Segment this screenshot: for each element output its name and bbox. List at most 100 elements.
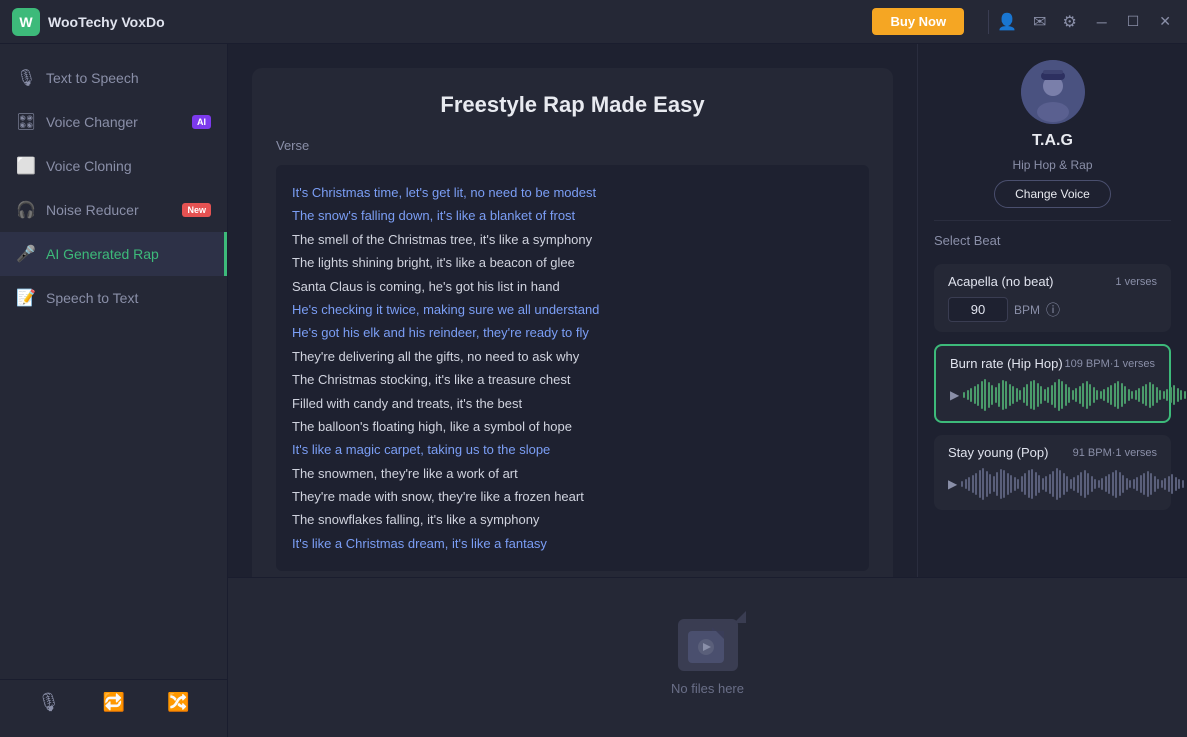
waveform-bar bbox=[1035, 472, 1037, 496]
waveform-bar bbox=[1107, 387, 1109, 403]
waveform-bar bbox=[1143, 473, 1145, 495]
waveform-bar bbox=[1044, 389, 1046, 401]
waveform-bar bbox=[1164, 478, 1166, 490]
waveform-bar bbox=[1005, 381, 1007, 409]
bpm-info-icon[interactable]: ⓘ bbox=[1046, 300, 1060, 320]
waveform-bar bbox=[1045, 476, 1047, 492]
waveform-bar bbox=[1075, 388, 1077, 402]
text-to-speech-icon: 🎙 bbox=[16, 68, 36, 88]
verse-label: Verse bbox=[276, 138, 869, 153]
waveform-bar bbox=[1086, 381, 1088, 409]
waveform-bar bbox=[977, 384, 979, 406]
waveform-bar bbox=[988, 382, 990, 408]
mic-bottom-icon[interactable]: 🎙 bbox=[37, 692, 60, 713]
beat-acapella-row: Acapella (no beat) 1 verses bbox=[948, 274, 1157, 289]
waveform-bar bbox=[1026, 384, 1028, 406]
waveform-bar bbox=[1122, 475, 1124, 493]
sidebar-item-voice-cloning[interactable]: ⬜ Voice Cloning bbox=[0, 144, 227, 188]
waveform-bar bbox=[1159, 390, 1161, 400]
lyrics-line: It's like a Christmas dream, it's like a… bbox=[292, 532, 853, 555]
buy-now-button[interactable]: Buy Now bbox=[872, 8, 964, 35]
bpm-input[interactable] bbox=[948, 297, 1008, 322]
acapella-meta: 1 verses bbox=[1115, 276, 1157, 288]
sidebar-item-voice-changer[interactable]: 🎛 Voice Changer AI bbox=[0, 100, 227, 144]
waveform-bar bbox=[1061, 381, 1063, 409]
lyrics-line: Filled with candy and treats, it's the b… bbox=[292, 392, 853, 415]
lyrics-line: The balloon's floating high, like a symb… bbox=[292, 415, 853, 438]
waveform-bar bbox=[963, 392, 965, 398]
lyrics-line: They're made with snow, they're like a f… bbox=[292, 485, 853, 508]
content-bottom: No files here bbox=[228, 577, 1187, 737]
waveform-bar bbox=[986, 471, 988, 497]
account-icon[interactable]: 👤 bbox=[997, 12, 1017, 32]
waveform-bar bbox=[1131, 391, 1133, 399]
bpm-row: BPM ⓘ bbox=[948, 297, 1157, 322]
stay-young-play-button[interactable]: ▶ bbox=[948, 472, 957, 496]
artist-genre: Hip Hop & Rap bbox=[1012, 158, 1092, 172]
waveform-bar bbox=[1009, 384, 1011, 406]
waveform-bar bbox=[984, 379, 986, 411]
waveform-bar bbox=[1152, 384, 1154, 406]
lyrics-line: It's like a magic carpet, taking us to t… bbox=[292, 438, 853, 461]
waveform-bar bbox=[1145, 384, 1147, 406]
noise-reducer-icon: 🎧 bbox=[16, 200, 36, 220]
waveform-bar bbox=[1138, 388, 1140, 402]
waveform-bar bbox=[1010, 475, 1012, 493]
change-voice-button[interactable]: Change Voice bbox=[994, 180, 1111, 208]
waveform-bar bbox=[1163, 391, 1165, 399]
shuffle-icon[interactable]: 🔀 bbox=[167, 692, 189, 713]
waveform-bar bbox=[1117, 381, 1119, 409]
waveform-bar bbox=[1108, 474, 1110, 494]
waveform-bar bbox=[1042, 478, 1044, 490]
waveform-bar bbox=[961, 481, 963, 487]
app-name: WooTechy VoxDo bbox=[48, 14, 872, 30]
new-badge: New bbox=[182, 203, 211, 217]
waveform-bar bbox=[974, 386, 976, 404]
waveform-bar bbox=[979, 470, 981, 498]
waveform-bar bbox=[972, 475, 974, 493]
waveform-bar bbox=[996, 472, 998, 496]
sidebar-item-speech-to-text[interactable]: 📝 Speech to Text bbox=[0, 276, 227, 320]
content-top: Freestyle Rap Made Easy Verse It's Chris… bbox=[228, 44, 1187, 577]
stay-young-meta: 91 BPM·1 verses bbox=[1073, 447, 1157, 459]
sidebar-item-text-to-speech[interactable]: 🎙 Text to Speech bbox=[0, 56, 227, 100]
lyrics-line: The snowflakes falling, it's like a symp… bbox=[292, 508, 853, 531]
waveform-bar bbox=[1114, 383, 1116, 407]
settings-icon[interactable]: ⚙ bbox=[1062, 12, 1076, 32]
waveform-bar bbox=[1031, 469, 1033, 499]
waveform-bar bbox=[1184, 391, 1186, 399]
sidebar-item-noise-reducer[interactable]: 🎧 Noise Reducer New bbox=[0, 188, 227, 232]
waveform-bar bbox=[1054, 382, 1056, 408]
burn-rate-meta: 109 BPM·1 verses bbox=[1065, 358, 1155, 370]
close-button[interactable]: ✕ bbox=[1155, 11, 1175, 32]
stay-young-name: Stay young (Pop) bbox=[948, 445, 1048, 460]
loop-icon[interactable]: 🔁 bbox=[102, 692, 124, 713]
waveform-bar bbox=[1140, 475, 1142, 493]
beat-burn-rate[interactable]: Burn rate (Hip Hop) 109 BPM·1 verses ▶ bbox=[934, 344, 1171, 423]
waveform-bar bbox=[1087, 473, 1089, 495]
waveform-bar bbox=[1019, 390, 1021, 400]
lyrics-line: The smell of the Christmas tree, it's li… bbox=[292, 228, 853, 251]
waveform-bar bbox=[998, 383, 1000, 407]
mail-icon[interactable]: ✉ bbox=[1033, 12, 1046, 32]
waveform-bar bbox=[1096, 390, 1098, 400]
burn-rate-play-button[interactable]: ▶ bbox=[950, 383, 959, 407]
lyrics-box: It's Christmas time, let's get lit, no n… bbox=[276, 165, 869, 571]
waveform-bar bbox=[1093, 387, 1095, 403]
beat-stay-young[interactable]: Stay young (Pop) 91 BPM·1 verses ▶ bbox=[934, 435, 1171, 510]
sidebar-item-ai-generated-rap[interactable]: 🎤 AI Generated Rap bbox=[0, 232, 227, 276]
waveform-bar bbox=[1080, 472, 1082, 496]
voice-cloning-icon: ⬜ bbox=[16, 156, 36, 176]
right-panel: T.A.G Hip Hop & Rap Change Voice Select … bbox=[917, 44, 1187, 577]
waveform-bar bbox=[1094, 479, 1096, 489]
app-logo: W bbox=[12, 8, 40, 36]
waveform-bar bbox=[1066, 476, 1068, 492]
sidebar: 🎙 Text to Speech 🎛 Voice Changer AI ⬜ Vo… bbox=[0, 44, 228, 737]
waveform-bar bbox=[1084, 470, 1086, 498]
separator bbox=[988, 10, 989, 34]
waveform-bar bbox=[1124, 386, 1126, 404]
minimize-button[interactable]: ─ bbox=[1093, 12, 1111, 32]
waveform-bar bbox=[1000, 469, 1002, 499]
burn-rate-name: Burn rate (Hip Hop) bbox=[950, 356, 1063, 371]
maximize-button[interactable]: ☐ bbox=[1123, 11, 1144, 32]
